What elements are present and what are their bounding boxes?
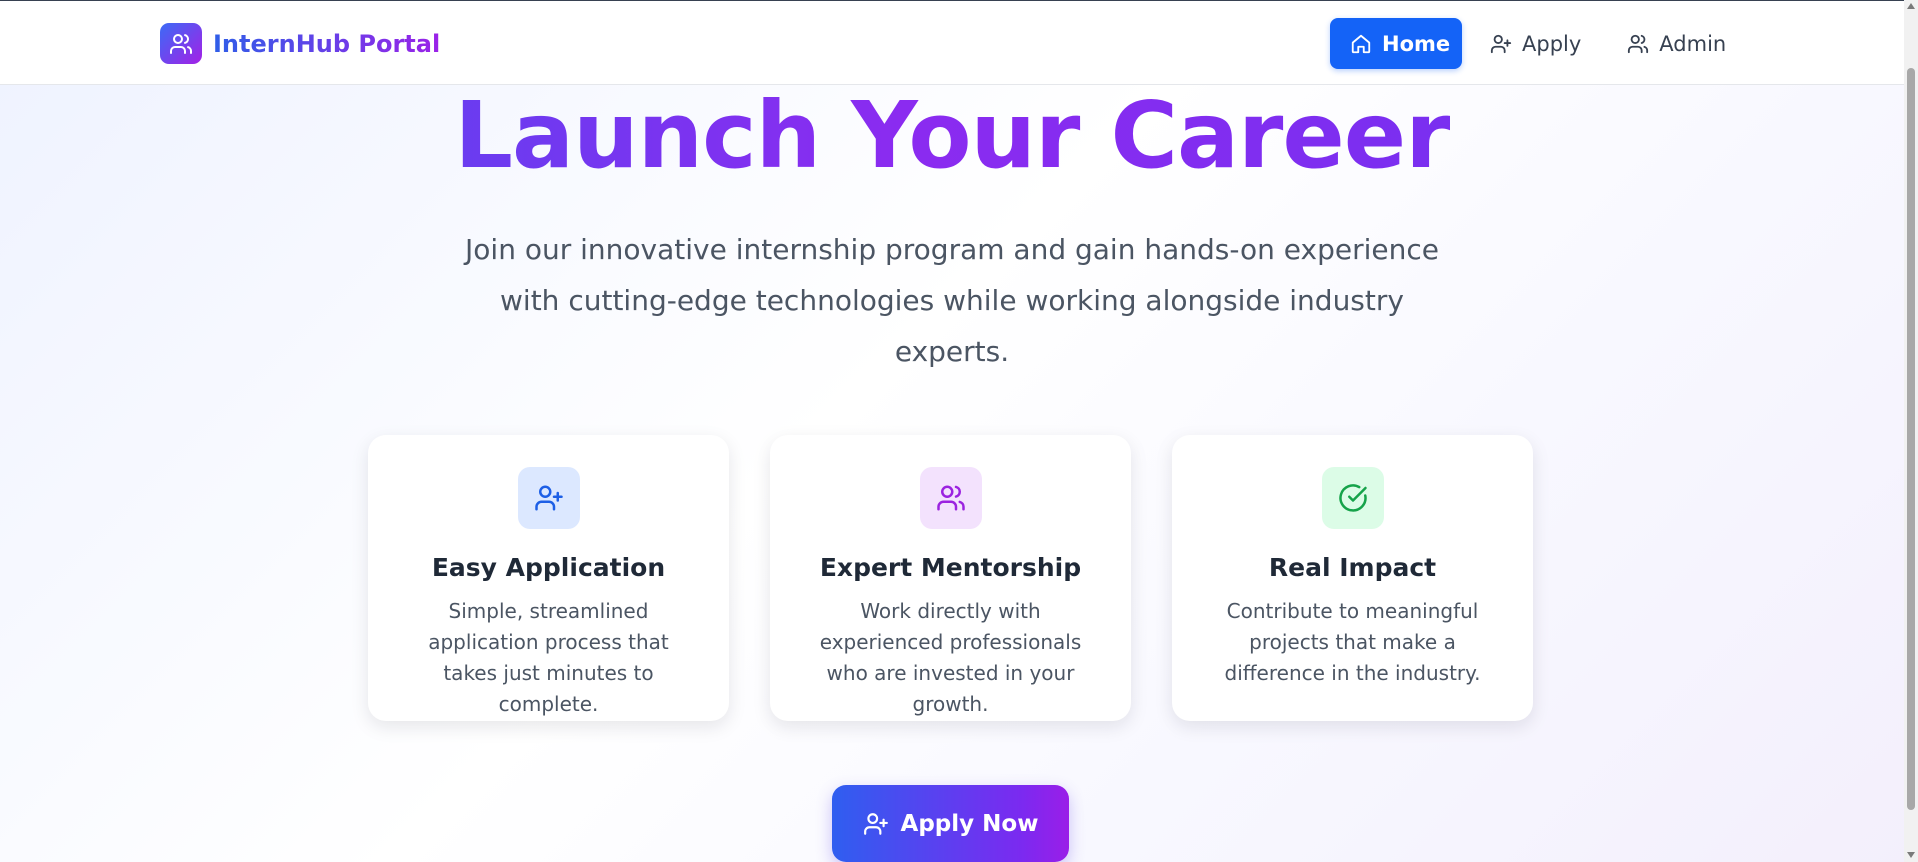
scroll-thumb[interactable] — [1907, 68, 1915, 810]
hero-subtitle: Join our innovative internship program a… — [465, 233, 1439, 368]
nav-admin-label: Admin — [1659, 31, 1727, 56]
nav-apply-button[interactable]: Apply — [1470, 18, 1601, 69]
user-plus-icon — [863, 812, 888, 835]
nav-home-button[interactable]: Home — [1330, 18, 1462, 69]
apply-now-label: Apply Now — [900, 810, 1039, 837]
home-icon — [1351, 34, 1371, 53]
feature-text: Simple, streamlined application process … — [428, 599, 669, 716]
feature-text: Contribute to meaningful projects that m… — [1224, 599, 1481, 685]
top-navbar: InternHub Portal Home Apply Admin — [0, 0, 1904, 85]
hero-title-text: Launch Your Career — [454, 82, 1450, 189]
feature-card-easy-application: Easy Application Simple, streamlined app… — [368, 435, 729, 721]
users-icon — [919, 467, 982, 529]
apply-now-button[interactable]: Apply Now — [832, 785, 1069, 862]
feature-card-expert-mentorship: Expert Mentorship Work directly with exp… — [770, 435, 1131, 721]
page-scrollbar[interactable] — [1904, 0, 1918, 862]
main-nav: Home Apply Admin — [1330, 18, 1746, 69]
feature-text: Work directly with experienced professio… — [819, 599, 1082, 716]
feature-card-real-impact: Real Impact Contribute to meaningful pro… — [1172, 435, 1533, 721]
users-icon — [1628, 34, 1649, 53]
user-plus-icon — [517, 467, 580, 529]
feature-title: Easy Application — [431, 553, 666, 582]
hero-title: Launch Your Career — [0, 86, 1904, 186]
brand[interactable]: InternHub Portal — [160, 23, 440, 64]
feature-title: Real Impact — [1268, 553, 1437, 582]
nav-admin-button[interactable]: Admin — [1607, 18, 1746, 69]
feature-cards: Easy Application Simple, streamlined app… — [368, 435, 1533, 721]
nav-apply-label: Apply — [1522, 31, 1582, 56]
users-icon — [160, 23, 202, 64]
scroll-up-arrow[interactable] — [1907, 3, 1915, 9]
feature-title: Expert Mentorship — [819, 553, 1082, 582]
check-circle-icon — [1321, 467, 1384, 529]
scroll-down-arrow[interactable] — [1907, 852, 1915, 858]
user-plus-icon — [1490, 34, 1512, 53]
brand-name: InternHub Portal — [213, 29, 441, 58]
nav-home-label: Home — [1382, 31, 1451, 56]
